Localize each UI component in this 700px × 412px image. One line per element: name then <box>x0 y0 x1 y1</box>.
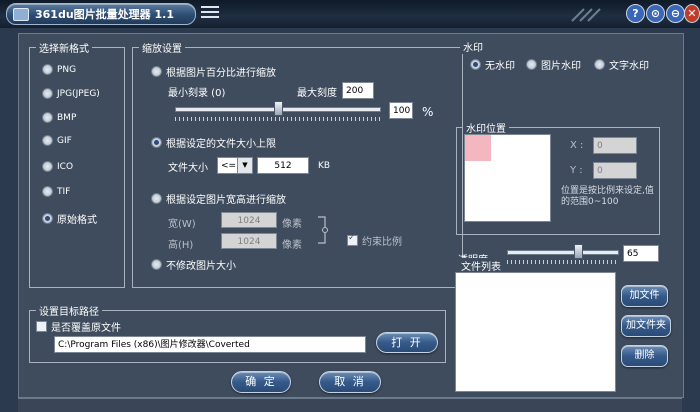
target-path-title: 设置目标路径 <box>36 303 102 318</box>
watermark-title: 水印 <box>460 39 486 54</box>
help-button[interactable]: ? <box>626 4 645 23</box>
slider-thumb[interactable] <box>274 101 283 116</box>
target-path-input[interactable]: C:\Program Files (x86)\图片修改器\Coverted <box>54 336 366 353</box>
format-option-ico[interactable]: ICO <box>42 161 73 172</box>
watermark-position-preview[interactable] <box>464 134 551 222</box>
width-unit: 像素 <box>282 219 302 230</box>
watermark-position-group: 水印位置 X : 0 Y : 0 位置是按比例来设定,值的范围0~100 <box>456 120 660 235</box>
format-group: 选择新格式 PNG JPG(JPEG) BMP GIF ICO TIF 原始格式 <box>29 40 125 288</box>
title-pill: 361du图片批量处理器 1.1 <box>6 3 196 25</box>
radio-icon <box>42 186 53 197</box>
watermark-image-radio[interactable]: 图片水印 <box>526 57 581 72</box>
max-scale-input[interactable]: 200 <box>342 82 374 99</box>
format-option-jpg[interactable]: JPG(JPEG) <box>42 88 100 99</box>
watermark-text-radio[interactable]: 文字水印 <box>594 57 649 72</box>
watermark-marker <box>465 135 491 161</box>
overwrite-checkbox[interactable]: 是否覆盖原文件 <box>36 319 121 334</box>
height-unit: 像素 <box>282 240 302 251</box>
checkbox-icon <box>36 321 47 332</box>
chevron-down-icon: ▼ <box>237 158 252 173</box>
format-option-bmp[interactable]: BMP <box>42 112 76 123</box>
scale-group: 缩放设置 根据图片百分比进行缩放 最小刻录 (0) 最大刻度 200 100 %… <box>132 40 463 288</box>
filesize-unit: KB <box>318 161 331 171</box>
format-group-title: 选择新格式 <box>36 40 92 55</box>
menu-icon[interactable] <box>201 6 219 20</box>
scale-group-title: 缩放设置 <box>139 40 185 55</box>
percent-unit: % <box>422 105 434 119</box>
slider-thumb[interactable] <box>574 244 583 259</box>
scale-by-dimensions-radio[interactable]: 根据设定图片宽高进行缩放 <box>151 191 286 206</box>
file-list-group: 文件列表 加文件 加文件夹 删除 <box>455 258 677 394</box>
radio-selected-icon <box>470 59 481 70</box>
radio-selected-icon <box>42 213 53 224</box>
radio-icon <box>151 259 162 270</box>
watermark-position-title: 水印位置 <box>463 120 509 135</box>
radio-icon <box>526 59 537 70</box>
height-input[interactable]: 1024 <box>221 233 277 249</box>
filesize-label: 文件大小 <box>168 163 208 174</box>
y-input[interactable]: 0 <box>593 162 637 179</box>
title-bar[interactable]: 361du图片批量处理器 1.1 ? ⊙ ⊖ ✕ <box>0 0 700 28</box>
width-label: 宽(W) <box>168 219 196 230</box>
radio-icon <box>151 193 162 204</box>
opacity-input[interactable]: 65 <box>623 245 659 262</box>
open-button[interactable]: 打 开 <box>376 332 438 353</box>
radio-icon <box>42 88 53 99</box>
ok-button[interactable]: 确 定 <box>231 371 291 393</box>
height-label: 高(H) <box>168 240 194 251</box>
file-list-title: 文件列表 <box>458 258 504 273</box>
main-panel: 选择新格式 PNG JPG(JPEG) BMP GIF ICO TIF 原始格式… <box>18 33 684 398</box>
add-folder-button[interactable]: 加文件夹 <box>621 315 671 337</box>
percent-input[interactable]: 100 <box>389 102 413 119</box>
opacity-slider[interactable] <box>507 244 619 264</box>
min-scale-label: 最小刻录 (0) <box>168 88 226 99</box>
file-list[interactable] <box>455 272 616 392</box>
radio-icon <box>42 161 53 172</box>
filesize-operator-select[interactable]: <= ▼ <box>217 157 253 174</box>
radio-icon <box>42 112 53 123</box>
radio-icon <box>42 135 53 146</box>
radio-icon <box>594 59 605 70</box>
checkbox-icon <box>347 233 358 246</box>
watermark-none-radio[interactable]: 无水印 <box>470 57 515 72</box>
percent-slider[interactable] <box>175 101 381 121</box>
format-option-gif[interactable]: GIF <box>42 135 72 146</box>
target-path-group: 设置目标路径 是否覆盖原文件 C:\Program Files (x86)\图片… <box>29 303 446 363</box>
status-bar <box>18 398 682 412</box>
width-input[interactable]: 1024 <box>221 212 277 228</box>
x-input[interactable]: 0 <box>593 137 637 154</box>
radio-selected-icon <box>151 137 162 148</box>
filesize-input[interactable]: 512 <box>257 157 309 174</box>
delete-button[interactable]: 删除 <box>621 345 668 367</box>
radio-icon <box>151 66 162 77</box>
position-hint: 位置是按比例来设定,值的范围0~100 <box>561 186 654 207</box>
watermark-group: 水印 无水印 图片水印 文字水印 水印位置 X : 0 Y : 0 位置是按比例… <box>456 39 670 266</box>
add-file-button[interactable]: 加文件 <box>621 285 668 307</box>
x-label: X : <box>570 140 584 151</box>
close-button[interactable]: ✕ <box>684 4 700 23</box>
app-title: 361du图片批量处理器 1.1 <box>35 8 174 21</box>
y-label: Y : <box>570 165 583 176</box>
grip-icon <box>571 8 601 22</box>
cancel-button[interactable]: 取 消 <box>319 371 381 393</box>
keep-ratio-checkbox[interactable]: 约束比例 <box>347 233 402 248</box>
max-scale-label: 最大刻度 <box>297 88 337 99</box>
link-bracket-icon <box>318 216 328 244</box>
skin-button[interactable]: ⊙ <box>646 4 665 23</box>
format-option-original[interactable]: 原始格式 <box>42 211 97 226</box>
scale-by-percent-radio[interactable]: 根据图片百分比进行缩放 <box>151 64 276 79</box>
minimize-button[interactable]: ⊖ <box>666 4 685 23</box>
app-icon <box>13 8 29 21</box>
format-option-png[interactable]: PNG <box>42 64 76 75</box>
format-option-tif[interactable]: TIF <box>42 186 70 197</box>
no-resize-radio[interactable]: 不修改图片大小 <box>151 257 236 272</box>
radio-icon <box>42 64 53 75</box>
scale-by-filesize-radio[interactable]: 根据设定的文件大小上限 <box>151 135 276 150</box>
